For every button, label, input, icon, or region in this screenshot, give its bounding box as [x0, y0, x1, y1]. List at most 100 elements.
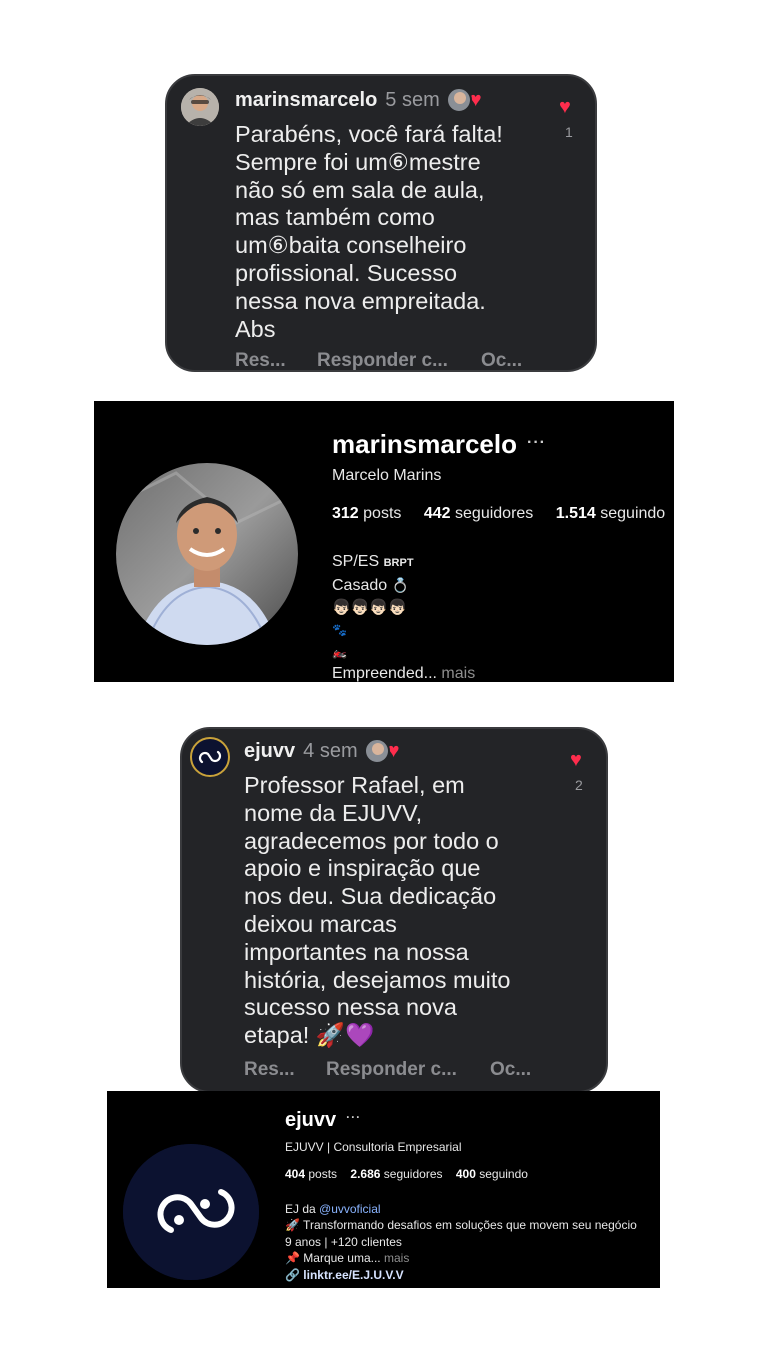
- bio-more-link[interactable]: mais: [384, 1251, 409, 1265]
- ejuvv-logo-icon: [198, 750, 222, 764]
- profile-stats: 404 posts 2.686 seguidores 400 seguindo: [285, 1167, 528, 1181]
- hide-button[interactable]: Oc...: [481, 350, 522, 370]
- posts-count: 404: [285, 1167, 306, 1181]
- comment-time: 4 sem: [303, 739, 358, 762]
- comment-line: agradecemos por todo o: [244, 827, 499, 854]
- comment-card-ejuvv: ejuvv 4 sem ♥ Professor Rafael, em nome …: [180, 727, 608, 1093]
- profile-full-name: Marcelo Marins: [332, 467, 442, 484]
- bio-flags: BRPT: [383, 557, 414, 569]
- bio-line: 9 anos | +120 clientes: [285, 1234, 402, 1249]
- profile-avatar[interactable]: [116, 463, 298, 645]
- bio-truncated-text: Empreended...: [332, 665, 437, 682]
- comment-line: não só em sala de aula,: [235, 176, 485, 203]
- bio-line: EJ da: [285, 1202, 316, 1216]
- comment-line: nome da EJUVV,: [244, 799, 423, 826]
- followers-label: seguidores: [383, 1167, 443, 1181]
- more-options-icon[interactable]: ···: [346, 1110, 361, 1124]
- author-avatar-mini: [445, 87, 472, 113]
- followers-label: seguidores: [455, 505, 534, 522]
- comment-line: nos deu. Sua dedicação: [244, 883, 497, 910]
- comment-line: um⑥baita conselheiro: [235, 232, 467, 259]
- profile-stats: 312 posts 442 seguidores 1.514 seguindo: [332, 505, 665, 523]
- bio-external-link[interactable]: linktr.ee/E.J.U.V.V: [303, 1268, 403, 1282]
- posts-stat[interactable]: 404 posts: [285, 1167, 337, 1181]
- comment-line: apoio e inspiração que: [244, 855, 481, 882]
- following-count: 400: [455, 1167, 476, 1181]
- profile-username: marinsmarcelo ···: [332, 429, 546, 460]
- reply-to-button[interactable]: Responder c...: [326, 1059, 490, 1081]
- comment-line: Sempre foi um⑥mestre: [235, 148, 481, 175]
- followers-count: 442: [423, 505, 451, 522]
- ejuvv-logo-icon: [123, 1144, 259, 1280]
- comment-header: ejuvv 4 sem ♥: [244, 737, 400, 765]
- hide-button[interactable]: Oc...: [490, 1059, 531, 1081]
- comment-username[interactable]: ejuvv: [244, 740, 295, 763]
- comment-avatar[interactable]: [190, 737, 230, 777]
- followers-count: 2.686: [350, 1167, 381, 1181]
- person-photo-icon: [181, 88, 219, 126]
- comment-actions: Res... Responder c... Oc...: [235, 350, 522, 370]
- comment-username[interactable]: marinsmarcelo: [235, 89, 377, 112]
- profile-avatar[interactable]: [123, 1144, 259, 1280]
- username-text: marinsmarcelo: [332, 429, 517, 459]
- bio-more-link[interactable]: mais: [441, 665, 475, 682]
- bio-location: SP/ES: [332, 553, 380, 570]
- posts-stat[interactable]: 312 posts: [332, 505, 401, 522]
- comment-line: Professor Rafael, em: [244, 772, 465, 798]
- profile-bio: EJ da @uvvoficial 🚀 Transformando desafi…: [285, 1201, 637, 1283]
- comment-card-marinsmarcelo: marinsmarcelo 5 sem ♥ Parabéns, você far…: [165, 74, 597, 372]
- username-text: ejuvv: [285, 1109, 337, 1131]
- posts-count: 312: [332, 505, 359, 522]
- profile-bio: SP/ES BRPT Casado 💍 👦🏻👦🏻👦🏻👦🏻 🐾 🏍️ Empree…: [332, 551, 475, 682]
- profile-panel-marinsmarcelo: marinsmarcelo ··· Marcelo Marins 312 post…: [94, 401, 674, 682]
- more-options-icon[interactable]: ···: [527, 434, 546, 451]
- bio-status: Casado: [332, 577, 388, 594]
- profile-panel-ejuvv: ejuvv ··· EJUVV | Consultoria Empresarial…: [107, 1091, 660, 1288]
- following-label: seguindo: [479, 1167, 528, 1181]
- comment-line: etapa! 🚀💜: [244, 1022, 375, 1049]
- reply-button[interactable]: Res...: [235, 350, 317, 370]
- motorcycle-icon: 🏍️: [332, 645, 347, 659]
- reply-button[interactable]: Res...: [244, 1059, 326, 1081]
- comment-line: importantes na nossa: [244, 938, 469, 965]
- comment-time: 5 sem: [385, 88, 440, 111]
- comment-line: Parabéns, você fará falta!: [235, 121, 503, 147]
- bio-line: 📌 Marque uma...: [285, 1251, 381, 1266]
- following-count: 1.514: [555, 505, 596, 522]
- comment-actions: Res... Responder c... Oc...: [244, 1059, 531, 1081]
- followers-stat[interactable]: 442 seguidores: [424, 505, 533, 522]
- following-label: seguindo: [600, 505, 666, 522]
- comment-avatar[interactable]: [181, 88, 219, 126]
- comment-header: marinsmarcelo 5 sem ♥: [235, 86, 482, 114]
- bio-mention-link[interactable]: @uvvoficial: [319, 1202, 381, 1216]
- like-heart-icon[interactable]: ♥: [570, 749, 582, 772]
- paw-icon: 🐾: [332, 623, 347, 637]
- author-liked-indicator: ♥: [445, 87, 482, 113]
- author-avatar-mini: [363, 738, 390, 764]
- comment-line: profissional. Sucesso: [235, 259, 458, 286]
- like-heart-icon[interactable]: ♥: [559, 96, 571, 119]
- ring-icon: 💍: [391, 577, 410, 593]
- comment-text: Parabéns, você fará falta! Sempre foi um…: [235, 121, 503, 343]
- like-count: 1: [565, 124, 573, 140]
- comment-line: nessa nova empreitada.: [235, 287, 486, 314]
- comment-line: sucesso nessa nova: [244, 994, 457, 1021]
- author-liked-indicator: ♥: [363, 738, 400, 764]
- comment-line: mas também como: [235, 204, 435, 231]
- comment-line: deixou marcas: [244, 910, 397, 937]
- posts-label: posts: [363, 505, 402, 522]
- following-stat[interactable]: 400 seguindo: [456, 1167, 528, 1181]
- reply-to-button[interactable]: Responder c...: [317, 350, 481, 370]
- comment-line: Abs: [235, 315, 276, 342]
- profile-full-name: EJUVV | Consultoria Empresarial: [285, 1140, 462, 1154]
- like-count: 2: [575, 777, 583, 793]
- link-icon: 🔗: [285, 1267, 300, 1282]
- bio-link-row[interactable]: 🔗 linktr.ee/E.J.U.V.V: [285, 1267, 637, 1283]
- followers-stat[interactable]: 2.686 seguidores: [350, 1167, 442, 1181]
- comment-text: Professor Rafael, em nome da EJUVV, agra…: [244, 772, 510, 1050]
- posts-label: posts: [308, 1167, 338, 1181]
- comment-line: história, desejamos muito: [244, 966, 511, 993]
- person-photo-icon: [116, 463, 298, 645]
- following-stat[interactable]: 1.514 seguindo: [556, 505, 665, 522]
- profile-username: ejuvv ···: [285, 1109, 361, 1132]
